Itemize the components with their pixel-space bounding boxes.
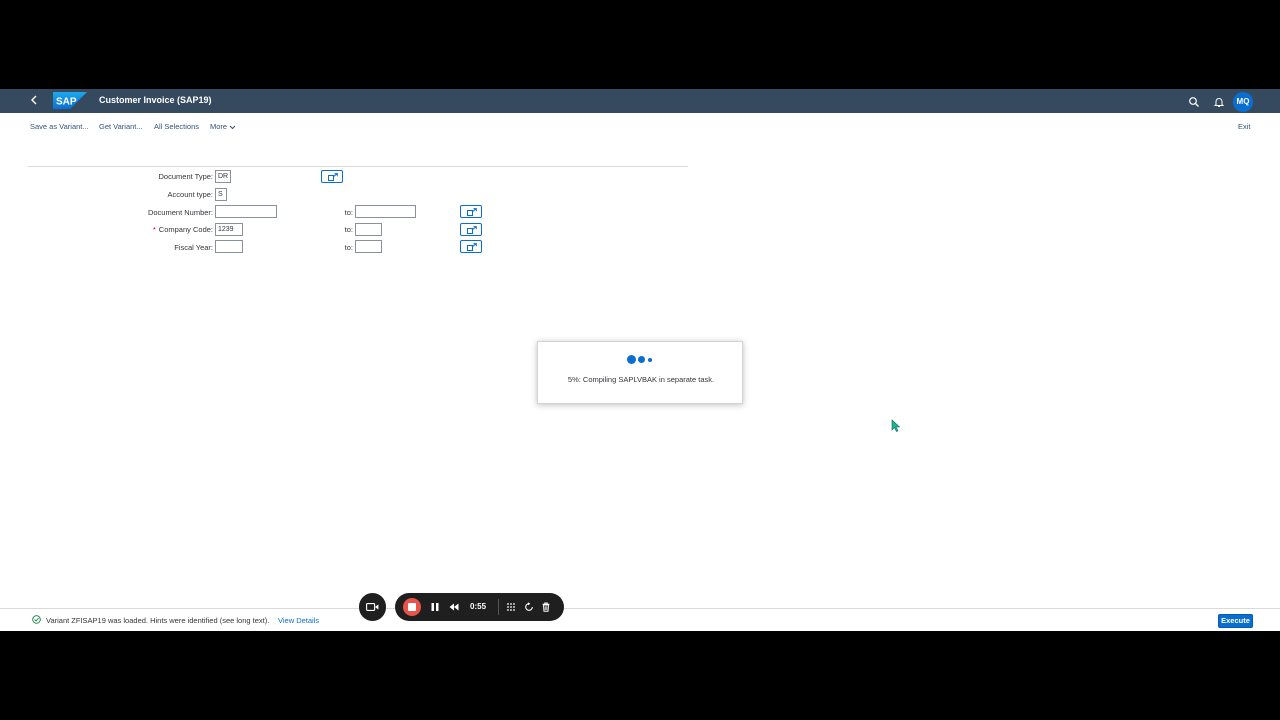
document-number-to-label: to:	[344, 208, 353, 217]
form-separator	[28, 166, 688, 167]
busy-message: 5%: Compiling SAPLVBAK in separate task.	[567, 375, 715, 384]
recorder-control-bar: 0:55	[395, 593, 564, 621]
document-number-to-input[interactable]	[355, 205, 416, 218]
chevron-left-icon	[31, 95, 37, 105]
account-type-label: Account type:	[167, 190, 213, 199]
search-icon[interactable]	[1188, 95, 1200, 107]
document-type-label: Document Type:	[158, 172, 213, 181]
all-selections-button[interactable]: All Selections	[154, 122, 199, 131]
shell-bar: SAP Customer Invoice (SAP19) MQ	[0, 89, 1280, 113]
busy-dialog: 5%: Compiling SAPLVBAK in separate task.	[537, 341, 743, 404]
fiscal-year-to-input[interactable]	[355, 240, 382, 253]
app-title: Customer Invoice (SAP19)	[99, 95, 212, 105]
recording-timer: 0:55	[470, 602, 487, 611]
document-number-label: Document Number:	[147, 208, 213, 217]
pause-icon[interactable]	[430, 602, 440, 612]
company-code-to-input[interactable]	[355, 223, 382, 236]
rewind-icon[interactable]	[449, 602, 459, 612]
document-type-input[interactable]: DR	[215, 170, 231, 183]
fiscal-year-to-label: to:	[344, 243, 353, 252]
required-marker: *	[152, 225, 156, 234]
busy-dot	[648, 357, 652, 362]
company-code-to-label: to:	[344, 225, 353, 234]
view-details-link[interactable]: View Details	[278, 616, 319, 625]
more-menu-button[interactable]: More	[210, 122, 236, 131]
grid-icon[interactable]	[506, 602, 516, 612]
stop-icon	[408, 603, 416, 611]
sap-screen: SAP Customer Invoice (SAP19) MQ Save as …	[0, 89, 1280, 631]
fiscal-year-from-input[interactable]	[215, 240, 243, 253]
exit-button[interactable]: Exit	[1238, 122, 1251, 131]
company-code-label-text: Company Code:	[158, 225, 213, 234]
stop-recording-button[interactable]	[403, 598, 421, 616]
document-number-from-input[interactable]	[215, 205, 277, 218]
back-button[interactable]	[30, 93, 44, 109]
notification-bell-icon[interactable]	[1213, 95, 1225, 107]
get-variant-button[interactable]: Get Variant...	[99, 122, 143, 131]
company-code-multiselect-button[interactable]	[460, 223, 482, 236]
multiple-selection-icon	[467, 226, 477, 234]
company-code-from-input[interactable]: 1239	[215, 223, 243, 236]
sap-logo[interactable]: SAP	[53, 92, 87, 109]
mouse-cursor-icon	[891, 419, 901, 432]
busy-dot	[638, 356, 645, 363]
fiscal-year-multiselect-button[interactable]	[460, 240, 482, 253]
restart-icon[interactable]	[524, 602, 534, 612]
company-code-label: * Company Code:	[100, 225, 213, 234]
toolbar: Save as Variant... Get Variant... All Se…	[0, 119, 1280, 135]
chevron-down-icon	[229, 125, 236, 129]
multiple-selection-icon	[467, 208, 477, 216]
account-type-input[interactable]: S	[215, 188, 227, 201]
save-as-variant-button[interactable]: Save as Variant...	[30, 122, 89, 131]
busy-dot	[627, 355, 636, 364]
status-message: Variant ZFISAP19 was loaded. Hints were …	[46, 616, 270, 625]
trash-icon[interactable]	[541, 602, 551, 612]
video-camera-icon	[366, 603, 379, 611]
more-label: More	[210, 122, 228, 131]
document-number-multiselect-button[interactable]	[460, 205, 482, 218]
user-avatar[interactable]: MQ	[1233, 92, 1253, 112]
recorder-camera-button[interactable]	[359, 593, 386, 621]
divider	[498, 599, 499, 615]
busy-indicator-icon	[627, 355, 657, 365]
footer-bar: Variant ZFISAP19 was loaded. Hints were …	[0, 608, 1280, 631]
multiple-selection-icon	[467, 243, 477, 251]
multiple-selection-icon	[328, 173, 338, 181]
execute-button[interactable]: Execute	[1218, 614, 1253, 628]
document-type-multiselect-button[interactable]	[321, 170, 343, 183]
fiscal-year-label: Fiscal Year:	[174, 243, 213, 252]
success-check-icon	[32, 615, 41, 624]
svg-text:SAP: SAP	[56, 97, 77, 108]
